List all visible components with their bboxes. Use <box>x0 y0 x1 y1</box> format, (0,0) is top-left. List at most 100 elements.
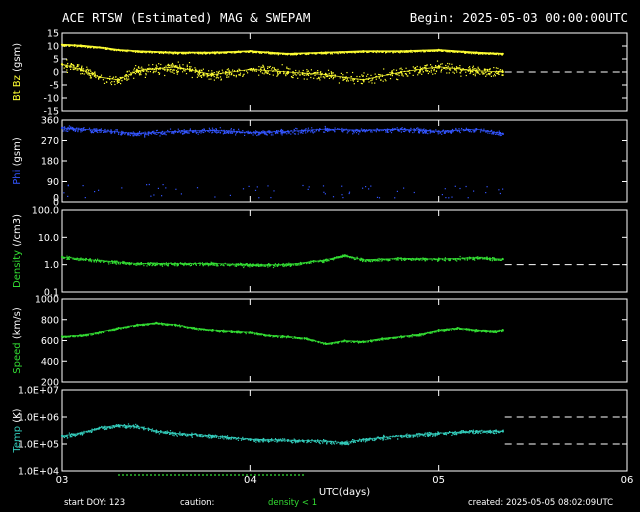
data-point-density <box>154 264 156 267</box>
data-point-density <box>189 265 191 267</box>
data-point-density <box>267 263 270 265</box>
data-point-bz <box>138 71 140 73</box>
data-point-bz <box>473 68 475 70</box>
data-point-bz <box>389 72 391 74</box>
data-point-speed <box>364 341 366 343</box>
data-point-phi <box>292 132 294 134</box>
data-point-phi <box>467 197 469 199</box>
data-point-density <box>474 259 476 261</box>
data-point-phi <box>451 128 454 131</box>
data-point-phi <box>392 129 394 131</box>
data-point-phi <box>136 135 138 137</box>
data-point-phi <box>93 128 95 130</box>
data-point-bz <box>144 76 146 78</box>
data-point-density <box>140 262 142 264</box>
data-point-speed <box>443 330 445 332</box>
data-point-bz <box>125 77 128 79</box>
data-point-density <box>466 259 468 261</box>
data-point-bz <box>482 73 484 75</box>
data-point-bz <box>88 74 90 76</box>
series-point-bt <box>136 50 139 53</box>
data-point-bz <box>417 74 419 76</box>
data-point-bz <box>169 70 171 72</box>
data-point-density <box>188 263 191 266</box>
data-point-bz <box>171 62 174 65</box>
data-point-bz <box>82 68 85 70</box>
data-point-phi <box>433 131 435 133</box>
data-point-bz <box>170 64 172 66</box>
data-point-phi <box>219 131 222 134</box>
series-point-bt <box>79 44 82 47</box>
data-point-bz <box>183 69 185 71</box>
data-point-phi <box>153 130 155 132</box>
data-point-phi <box>77 129 79 131</box>
data-point-phi <box>485 192 487 194</box>
data-point-phi <box>400 131 402 133</box>
data-point-bz <box>405 73 407 75</box>
data-point-density <box>327 259 329 262</box>
data-point-bt <box>76 46 78 48</box>
data-point-density <box>308 262 311 264</box>
data-point-phi <box>138 134 140 136</box>
data-point-phi <box>418 131 420 133</box>
data-point-bz <box>419 70 421 72</box>
data-point-bz <box>303 78 305 80</box>
data-point-bz <box>469 72 471 75</box>
data-point-bz <box>471 70 474 72</box>
data-point-phi <box>277 130 279 132</box>
data-point-density <box>455 259 457 261</box>
data-point-bz <box>133 77 135 79</box>
data-point-phi <box>465 127 467 129</box>
data-point-temp <box>162 432 164 434</box>
data-point-density <box>209 264 211 266</box>
data-point-bz <box>179 64 181 66</box>
data-point-bz <box>490 71 493 74</box>
data-point-bz <box>120 83 122 85</box>
data-point-bz <box>201 70 203 72</box>
data-point-bz <box>139 67 141 69</box>
data-point-bz <box>401 69 403 71</box>
data-point-bz <box>423 66 426 69</box>
data-point-phi <box>439 131 442 134</box>
data-point-bz <box>199 75 201 77</box>
series-point-bt <box>437 48 440 52</box>
data-point-bz <box>224 73 227 75</box>
data-point-bz <box>201 76 203 78</box>
data-point-bz <box>63 67 65 69</box>
data-point-phi <box>254 133 256 135</box>
series-point-speed <box>475 329 478 332</box>
data-point-phi <box>498 130 500 132</box>
data-point-density <box>222 264 224 266</box>
data-point-bz <box>153 70 155 72</box>
data-point-phi <box>82 185 84 187</box>
data-point-temp <box>235 438 237 440</box>
data-point-density <box>100 261 102 263</box>
data-point-phi <box>231 132 234 134</box>
data-point-density <box>68 258 70 260</box>
data-point-bz <box>353 78 356 81</box>
data-point-phi <box>162 184 164 186</box>
data-point-phi <box>161 195 163 197</box>
data-point-bz <box>412 66 414 68</box>
data-point-density <box>117 263 120 265</box>
data-point-bz <box>134 73 137 75</box>
series-point-speed <box>286 335 290 338</box>
data-point-phi <box>84 197 86 199</box>
data-point-bz <box>446 72 448 74</box>
data-point-bz <box>112 76 115 78</box>
data-point-phi <box>257 134 259 136</box>
data-point-density <box>397 259 399 261</box>
data-point-bz <box>307 74 309 76</box>
data-point-phi <box>115 129 117 131</box>
series-point-bz <box>136 69 139 72</box>
data-point-density <box>113 262 115 264</box>
data-point-bz <box>148 64 150 66</box>
series-point-bt <box>286 52 290 55</box>
data-point-density <box>220 264 222 266</box>
data-point-bz <box>156 66 158 68</box>
data-point-bz <box>459 67 461 69</box>
data-point-speed <box>495 331 497 334</box>
data-point-density <box>274 263 276 265</box>
data-point-bz <box>297 77 299 79</box>
data-point-bz <box>145 72 147 75</box>
